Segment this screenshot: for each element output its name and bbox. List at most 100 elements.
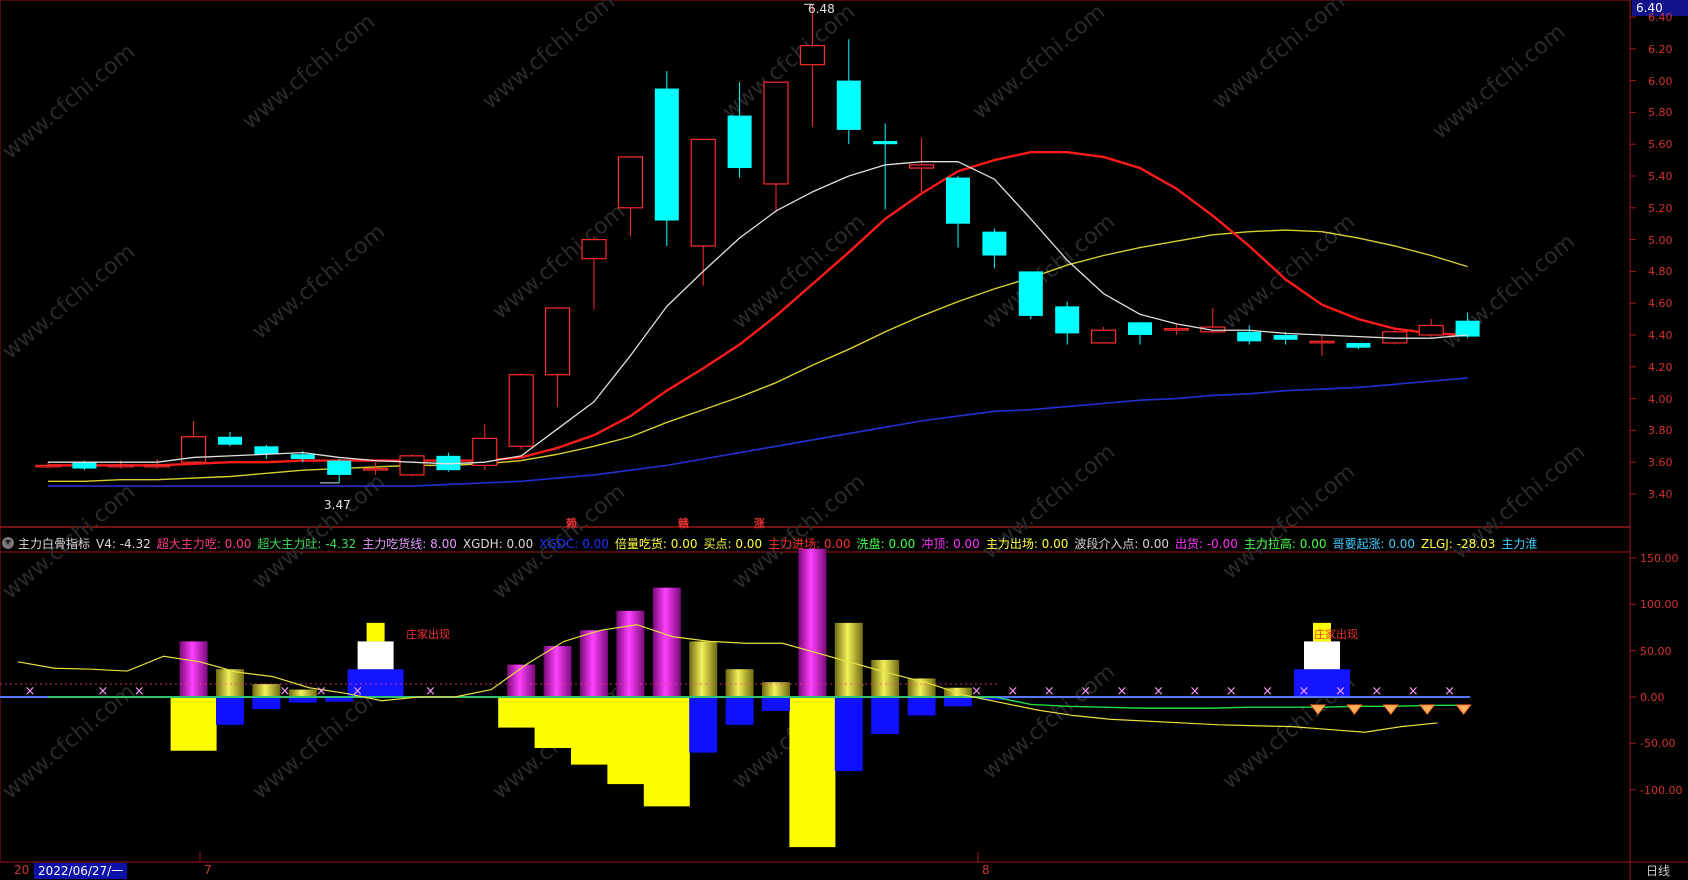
x-marker: × [1044, 684, 1055, 699]
x-marker: × [1153, 684, 1164, 699]
candle-body [508, 374, 534, 447]
indicator-value: 冲顶: 0.00 [921, 537, 980, 551]
candle-body [908, 164, 935, 169]
x-marker: × [1335, 684, 1346, 699]
watermark: www.cfchi.com [968, 0, 1110, 125]
candle-body [1273, 335, 1298, 340]
watermark: www.cfchi.com [0, 239, 140, 364]
candle-body [363, 467, 389, 471]
high-price-label: 6.48 [808, 2, 835, 16]
indicator-value: XGDH: 0.00 [462, 537, 534, 551]
indicator-value: 波段介入点: 0.00 [1074, 537, 1169, 551]
signal-label: 赣 [678, 517, 689, 530]
diamond-icon [1346, 704, 1363, 715]
watermark: www.cfchi.com [728, 209, 870, 334]
x-marker: × [425, 684, 436, 699]
indicator-value: 主力吃货线: 8.00 [362, 537, 457, 551]
candle-body [218, 436, 242, 445]
dealer-block-white [357, 641, 394, 670]
indicator-neg-yellow-bar [643, 697, 690, 807]
period-selector[interactable]: 日线 [1646, 863, 1670, 879]
indicator-neg-blue-bar [725, 697, 754, 725]
price-axis-tick: 5.60 [1648, 138, 1673, 152]
watermark: www.cfchi.com [978, 659, 1120, 784]
indicator-neg-blue-bar [834, 697, 863, 772]
candle-body [399, 455, 425, 476]
indicator-neg-blue-bar [762, 697, 790, 711]
candle-body [836, 80, 861, 130]
indicator-value: 主力进场: 0.00 [768, 537, 851, 551]
dealer-appears-label: 庄家出现 [406, 628, 450, 641]
candle-body [290, 454, 315, 460]
indicator-pos-bar [507, 664, 536, 697]
candle-body [144, 464, 170, 468]
x-marker: × [1117, 684, 1128, 699]
indicator-axis-tick: -50.00 [1640, 737, 1676, 751]
candle-body [72, 462, 97, 469]
x-marker: × [97, 684, 108, 699]
x-marker: × [1371, 684, 1382, 699]
month-tick: 7 [204, 863, 212, 877]
indicator-neg-yellow-bar [170, 697, 217, 751]
indicator-value: V4: -4.32 [96, 537, 151, 551]
x-marker: × [316, 684, 327, 699]
x-marker: × [134, 684, 145, 699]
indicator-neg-blue-bar [871, 697, 900, 735]
indicator-pos-bar [580, 630, 608, 697]
indicator-values-bar: 主力白骨指标 V4: -4.32 超大主力吃: 0.00 超大主力吐: -4.32 主力… [0, 533, 1630, 551]
indicator-neg-blue-bar [689, 697, 718, 753]
indicator-value: 主力白骨指标 [18, 537, 91, 551]
indicator-value: 主力拉高: 0.00 [1243, 537, 1327, 551]
x-marker: × [971, 684, 982, 699]
ma20-series [48, 229, 1468, 482]
x-marker: × [352, 684, 363, 699]
indicator-value: 主力出场: 0.00 [985, 537, 1069, 551]
x-marker: × [1262, 684, 1273, 699]
watermark: www.cfchi.com [1218, 209, 1360, 334]
indicator-pos-bar [252, 684, 281, 697]
indicator-pos-bar [689, 641, 718, 697]
indicator-value: XGDC: 0.00 [539, 537, 609, 551]
indicator-axis-tick: 0.00 [1640, 691, 1665, 704]
stock-chart[interactable]: www.cfchi.com www.cfchi.com www.cfchi.com w… [0, 0, 1688, 880]
candle-body [327, 460, 352, 475]
indicator-pos-bar [216, 669, 244, 697]
ma60-series [48, 377, 1468, 487]
watermark: www.cfchi.com [488, 199, 630, 324]
ma20-line [48, 229, 1468, 482]
candle-body [1200, 326, 1226, 333]
candle-body [1090, 329, 1117, 344]
indicator-pos-bar [652, 587, 681, 697]
indicator-pos-bar [179, 641, 208, 697]
month-tick: 8 [982, 863, 990, 877]
dealer-appears-label: 庄家出现 [1314, 628, 1358, 641]
price-axis-tick: 5.00 [1648, 233, 1673, 247]
x-marker: × [1080, 684, 1091, 699]
x-marker: × [25, 684, 36, 699]
indicator-neg-blue-bar [944, 697, 972, 707]
candle-body [873, 141, 898, 145]
diamond-icon [1455, 704, 1472, 715]
price-axis-tick: 6.40 [1648, 11, 1673, 24]
candle-body [1163, 328, 1190, 331]
indicator-pos-bar [543, 646, 572, 697]
watermark: www.cfchi.com [238, 9, 380, 134]
cursor-date: 2022/06/27/一 [34, 863, 128, 879]
price-axis-tick: 5.80 [1648, 106, 1673, 120]
price-axis-tick: 4.00 [1648, 392, 1673, 406]
candle-body [799, 45, 826, 66]
candle-body [1128, 322, 1152, 335]
indicator-value: 出货: -0.00 [1174, 537, 1238, 551]
candle-body [1455, 320, 1480, 337]
x-marker: × [279, 684, 290, 699]
indicator-neg-blue-bar [252, 697, 281, 710]
candle-body [108, 464, 134, 468]
indicator-axis-tick: 150.00 [1640, 552, 1679, 565]
indicator-value: 主力淮 [1501, 537, 1538, 551]
signal-label: 赖 [566, 517, 577, 530]
indicator-value: 倍量吃货: 0.00 [614, 537, 698, 551]
price-axis-tick: 5.40 [1648, 170, 1673, 183]
price-axis-tick: 4.60 [1648, 297, 1673, 311]
watermark: www.cfchi.com [248, 469, 390, 594]
candle-body [654, 88, 679, 221]
